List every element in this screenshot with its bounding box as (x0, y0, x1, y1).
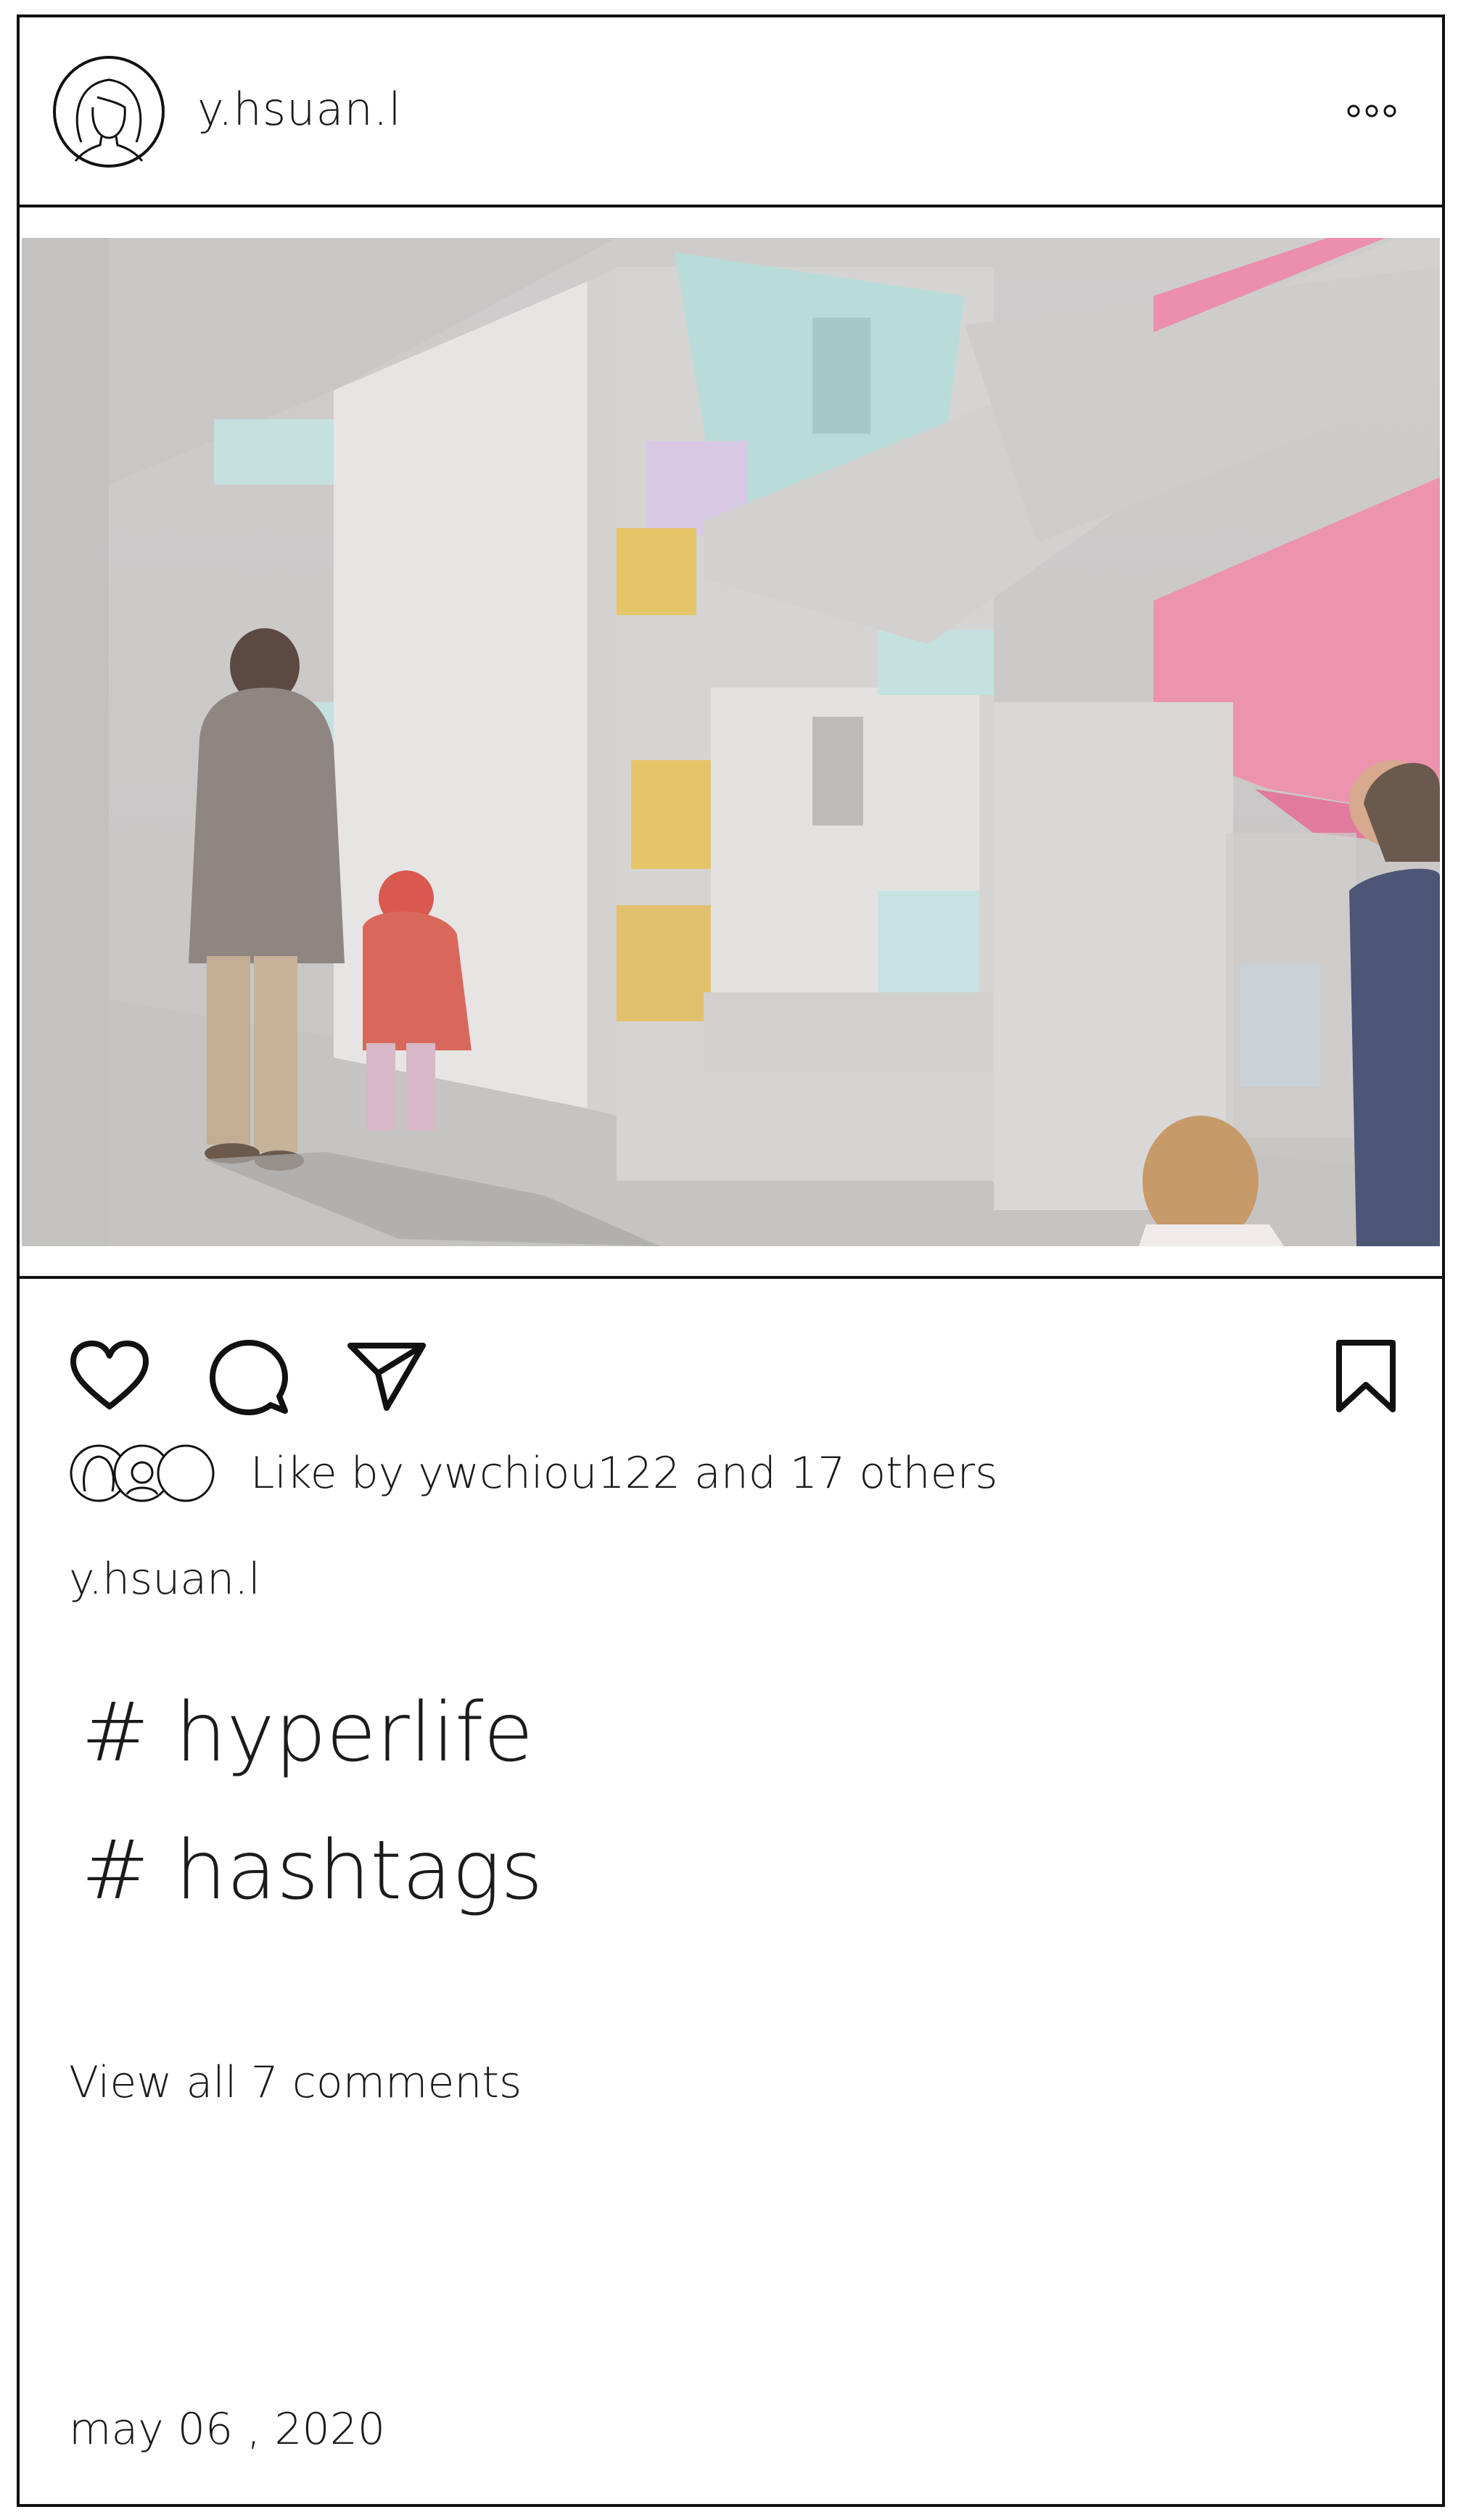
post-username[interactable]: y.hsuan.l (197, 87, 402, 132)
likes-row: Like by ywchiou122 and 17 others (69, 1441, 997, 1506)
post-image-area (20, 207, 1442, 1279)
view-comments-link[interactable]: View all 7 comments (69, 2057, 522, 2108)
paper-plane-icon[interactable] (346, 1340, 427, 1412)
hashtag-list: # hyperlife # hashtags (81, 1664, 543, 1940)
more-dots-icon[interactable] (1346, 103, 1397, 119)
hashtag[interactable]: # hyperlife (81, 1664, 543, 1802)
heart-icon[interactable] (69, 1340, 150, 1412)
post-date: may 06 , 2020 (69, 2404, 386, 2455)
caption-username[interactable]: y.hsuan.l (69, 1554, 260, 1605)
post-card: y.hsuan.l Like by ywchiou122 and 17 othe… (17, 15, 1445, 2507)
speech-bubble-icon[interactable] (210, 1338, 288, 1417)
post-photo[interactable] (22, 238, 1440, 1246)
hashtag[interactable]: # hashtags (81, 1802, 543, 1940)
bookmark-icon[interactable] (1335, 1338, 1397, 1414)
liker-avatars[interactable] (69, 1441, 221, 1506)
post-header: y.hsuan.l (20, 17, 1442, 207)
avatar[interactable] (52, 55, 165, 168)
likes-summary[interactable]: Like by ywchiou122 and 17 others (250, 1448, 997, 1499)
post-actions-bar (20, 1279, 1442, 1415)
liker-avatar-icon (157, 1444, 215, 1502)
